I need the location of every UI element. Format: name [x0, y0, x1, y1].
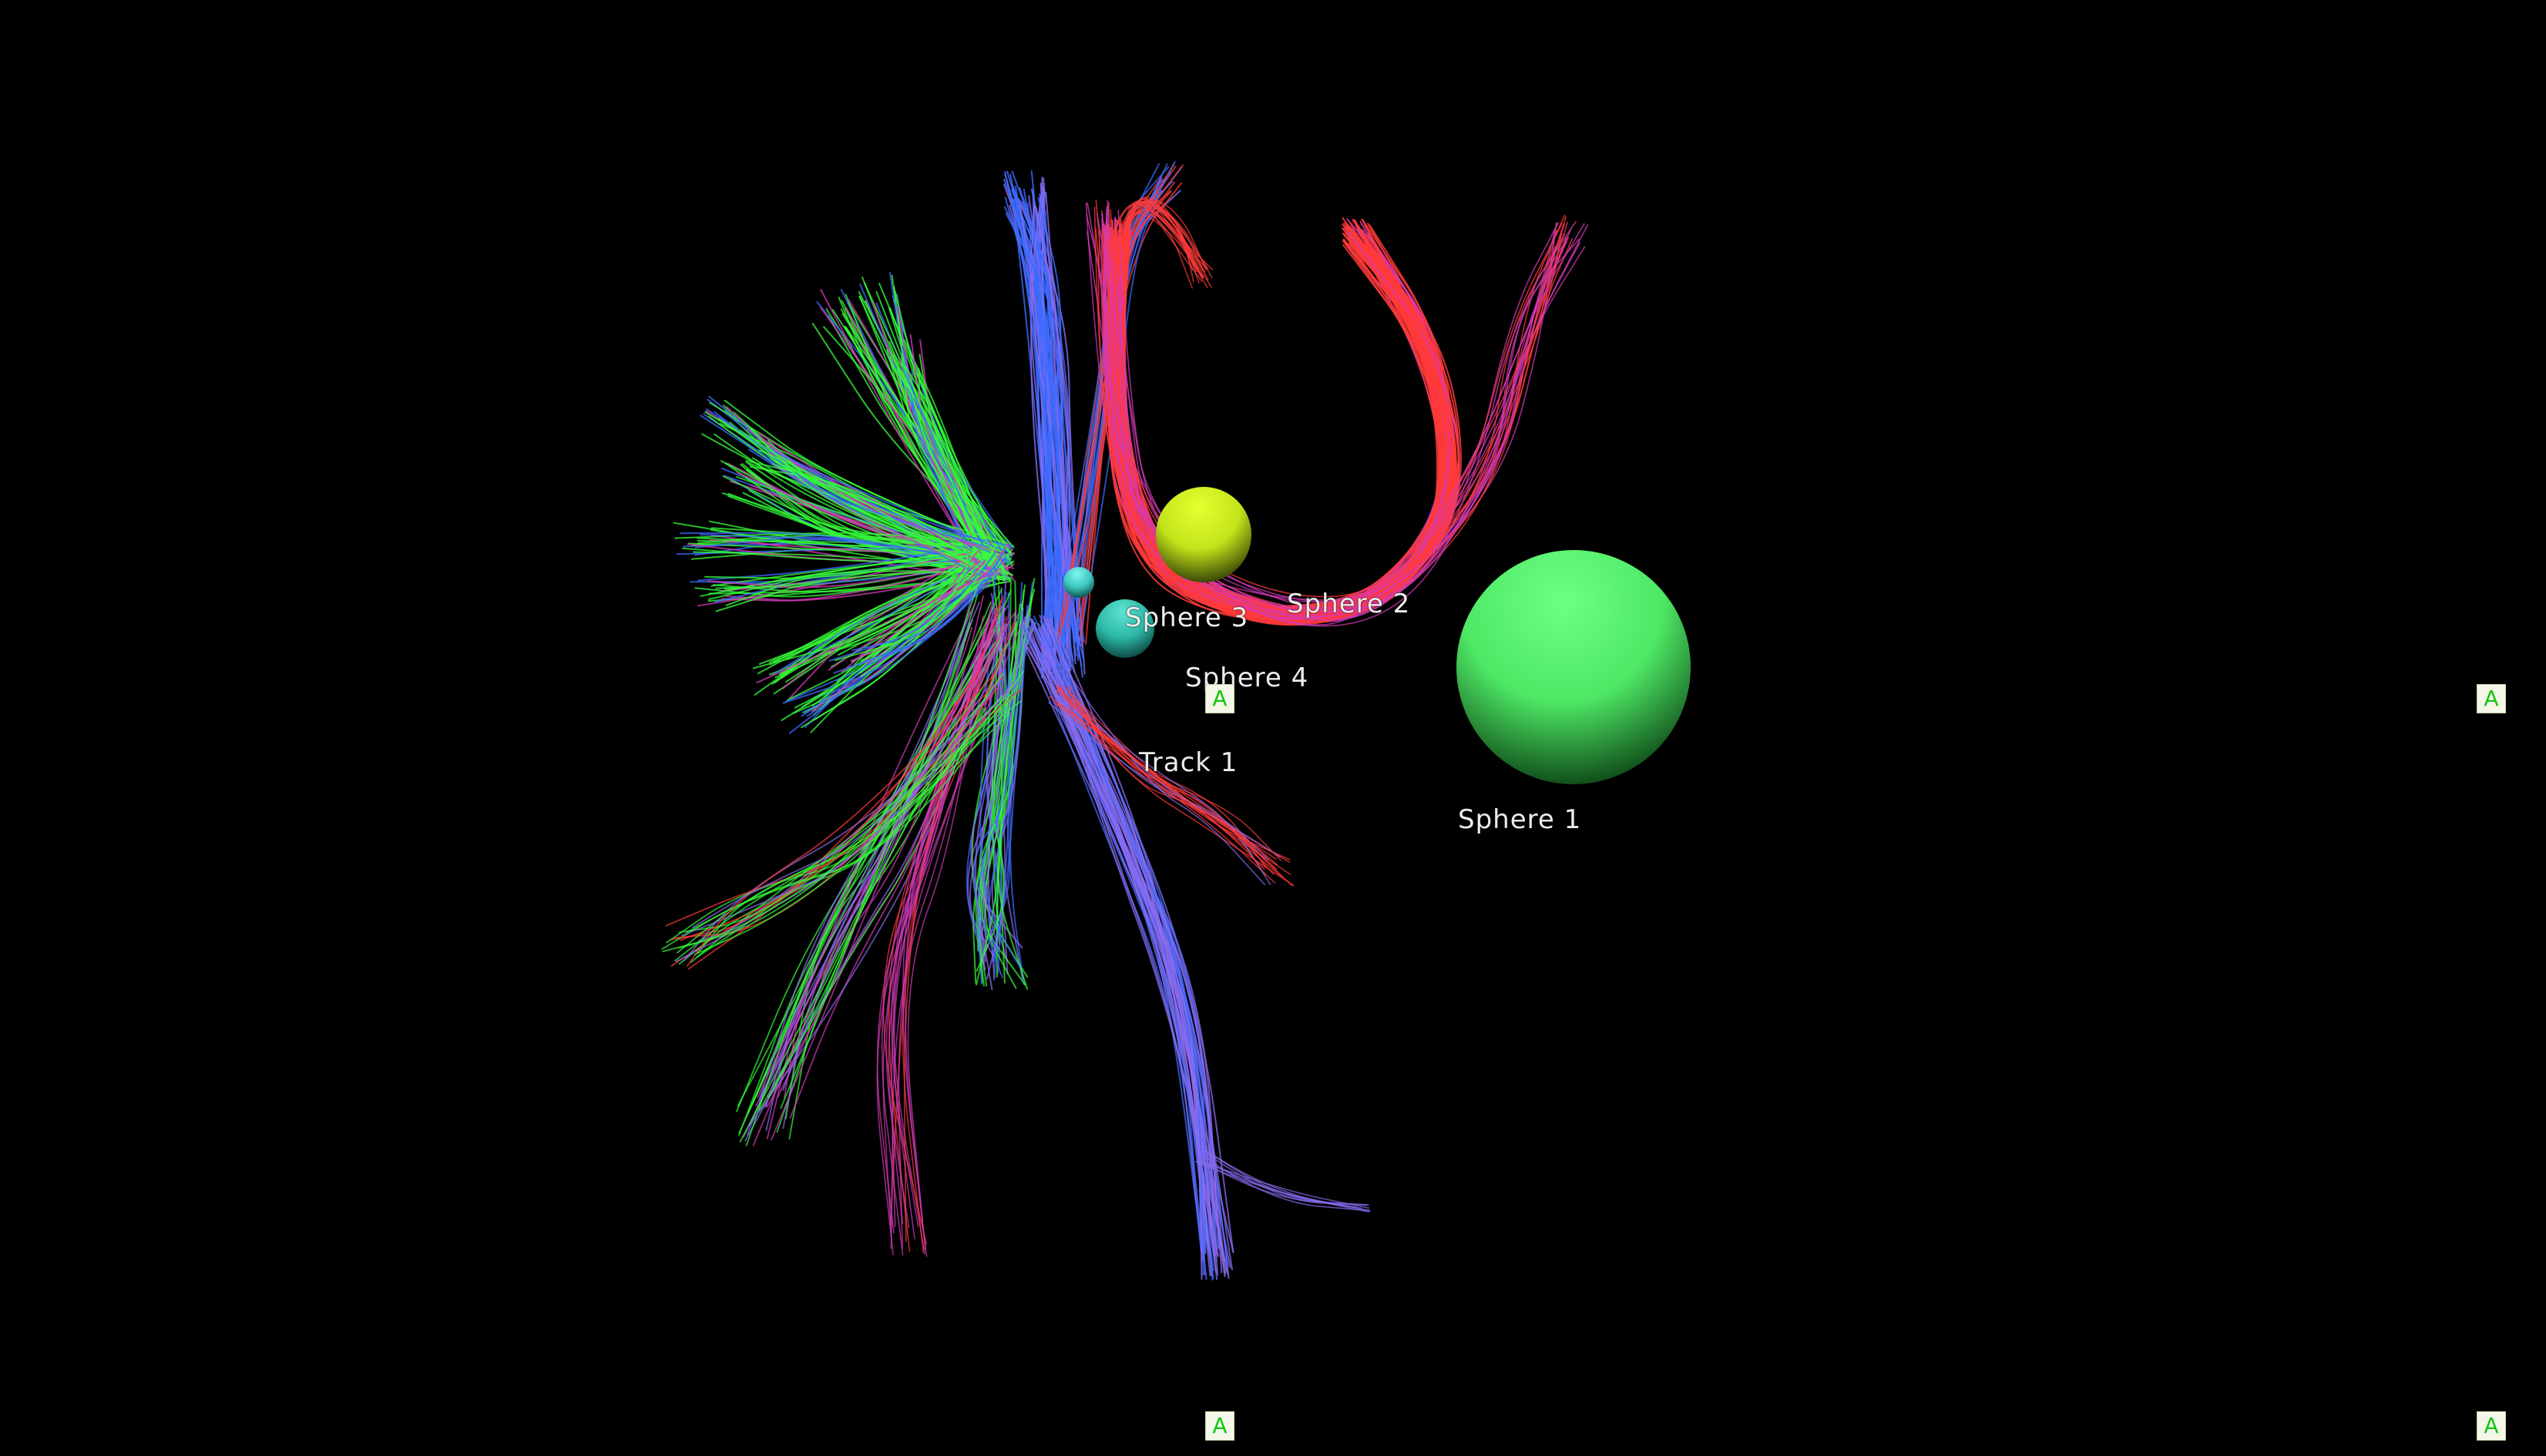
sphere-2[interactable] — [1156, 487, 1251, 582]
sphere-1-label: Sphere 1 — [1458, 804, 1582, 835]
axis-annotation-icon: A — [2477, 684, 2506, 713]
track-1-label: Track 1 — [1139, 747, 1238, 778]
sphere-4[interactable] — [1063, 567, 1094, 598]
fiber-tracts — [661, 161, 1589, 1281]
sphere-3-label: Sphere 3 — [1125, 602, 1249, 633]
axis-annotation-icon: A — [1205, 1411, 1234, 1441]
axis-annotation-icon: A — [2477, 1411, 2506, 1441]
axis-annotation-icon: A — [1205, 684, 1234, 713]
sphere-2-label: Sphere 2 — [1287, 589, 1411, 619]
sphere-4-label: Sphere 4 — [1185, 663, 1309, 693]
render-viewport[interactable]: Sphere 3 Sphere 2 Sphere 4 Track 1 Spher… — [0, 0, 2546, 1456]
sphere-1[interactable] — [1456, 550, 1691, 784]
tractography-scene[interactable] — [0, 0, 2546, 1456]
